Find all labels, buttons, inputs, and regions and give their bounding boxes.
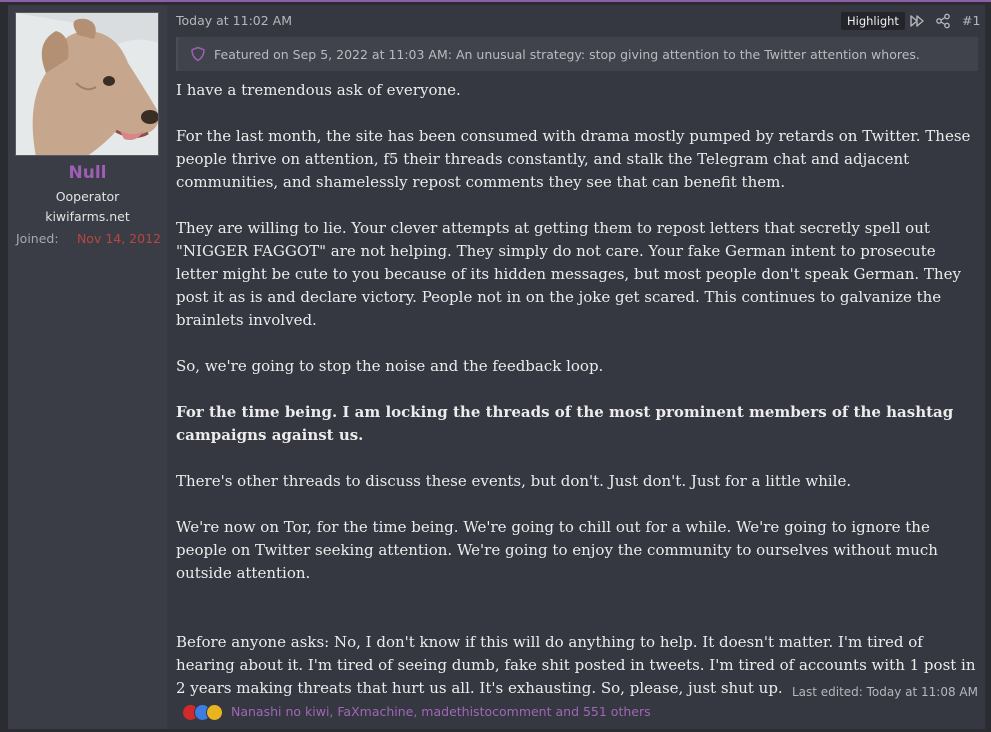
reactions-list-link[interactable]: Nanashi no kiwi, FaXmachine, madethistoc…: [231, 704, 651, 719]
username[interactable]: Null: [8, 163, 167, 183]
post-paragraph: So, we're going to stop the noise and th…: [176, 357, 604, 375]
page-frame: Null Ooperator kiwifarms.net Joined: Nov…: [0, 0, 991, 732]
avatar[interactable]: [15, 12, 159, 156]
joined-label: Joined:: [16, 231, 59, 246]
post-body: I have a tremendous ask of everyone. For…: [176, 79, 976, 723]
share-icon[interactable]: [935, 13, 951, 29]
post-paragraph: For the last month, the site has been co…: [176, 127, 971, 191]
post-paragraph: There's other threads to discuss these e…: [176, 472, 852, 490]
post-paragraph: I have a tremendous ask of everyone.: [176, 81, 461, 99]
featured-notice: Featured on Sep 5, 2022 at 11:03 AM: An …: [176, 37, 978, 71]
shield-icon: [190, 46, 206, 62]
user-title: Ooperator: [55, 189, 120, 204]
post-main: Today at 11:02 AM Highlight #1 Featured …: [176, 5, 980, 729]
post-number[interactable]: #1: [962, 13, 980, 28]
reaction-icons[interactable]: [182, 703, 226, 721]
user-subtitle: kiwifarms.net: [45, 209, 130, 224]
last-edited: Last edited: Today at 11:08 AM: [791, 685, 978, 699]
dog-avatar-image: [16, 13, 158, 155]
winner-reaction-icon: [206, 704, 223, 721]
post-paragraph: They are willing to lie. Your clever att…: [176, 219, 961, 329]
user-sidebar: Null Ooperator kiwifarms.net Joined: Nov…: [8, 5, 167, 729]
featured-text: Featured on Sep 5, 2022 at 11:03 AM: An …: [214, 47, 920, 62]
post-timestamp[interactable]: Today at 11:02 AM: [176, 13, 292, 28]
fast-forward-icon[interactable]: [909, 13, 925, 29]
highlight-button[interactable]: Highlight: [841, 12, 905, 30]
post-paragraph: We're now on Tor, for the time being. We…: [176, 518, 938, 582]
forum-post: Null Ooperator kiwifarms.net Joined: Nov…: [7, 4, 986, 730]
joined-date: Nov 14, 2012: [76, 231, 161, 246]
post-paragraph-bold: For the time being. I am locking the thr…: [176, 403, 954, 444]
